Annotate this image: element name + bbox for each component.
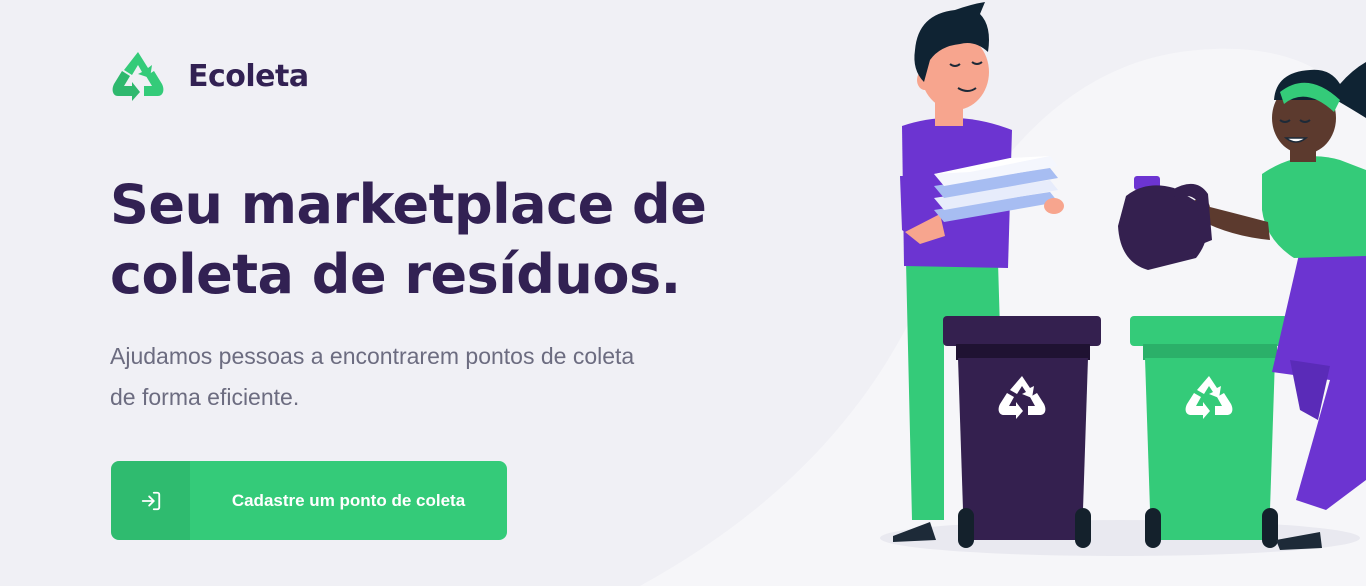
title-line-1: Seu marketplace de bbox=[110, 173, 707, 236]
recycle-icon bbox=[110, 50, 166, 102]
cta-label: Cadastre um ponto de coleta bbox=[231, 490, 466, 510]
jug bbox=[1118, 176, 1212, 270]
brand-name: Ecoleta bbox=[188, 58, 309, 94]
dark-recycling-bin bbox=[943, 316, 1101, 548]
logo[interactable]: Ecoleta bbox=[110, 50, 309, 102]
people-recycling-illustration bbox=[880, 2, 1366, 556]
register-collection-point-button[interactable]: Cadastre um ponto de coleta bbox=[111, 461, 507, 540]
page-title: Seu marketplace de coleta de resíduos. bbox=[110, 170, 750, 310]
title-line-2: coleta de resíduos. bbox=[110, 243, 681, 306]
log-in-icon bbox=[111, 461, 190, 540]
subtitle-line-1: Ajudamos pessoas a encontrarem pontos de… bbox=[110, 343, 635, 369]
green-recycling-bin bbox=[1130, 316, 1288, 548]
subtitle-line-2: de forma eficiente. bbox=[110, 384, 300, 410]
page-subtitle: Ajudamos pessoas a encontrarem pontos de… bbox=[110, 336, 750, 418]
